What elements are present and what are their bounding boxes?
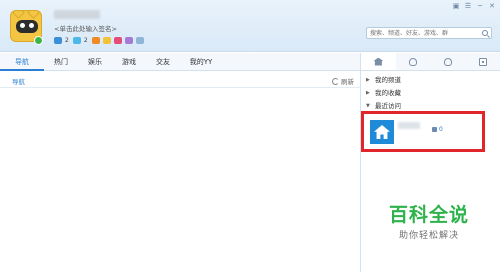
right-panel-tabs [361,53,500,71]
level-icon[interactable] [54,37,62,44]
tab-entertainment[interactable]: 娱乐 [78,53,112,71]
recent-channel-highlight: 0 [361,111,485,152]
diamond-number: 2 [83,37,88,44]
home-icon [373,57,384,66]
tree-item-label: 我的频道 [375,76,401,84]
channel-thumbnail[interactable] [370,120,394,144]
gem-icon[interactable] [124,37,133,44]
search-input[interactable] [367,28,477,38]
tab-games[interactable]: 游戏 [112,53,146,71]
panel-divider [360,53,361,272]
window-controls: ▣ ☰ ─ ✕ [452,2,496,10]
user-icon [409,57,418,66]
channel-name-blurred[interactable] [398,122,420,129]
tree-item-favorites[interactable]: ▶ 我的收藏 [366,87,496,100]
tab-social[interactable]: 交友 [146,53,180,71]
diamond-icon[interactable] [72,37,81,44]
skin-button[interactable]: ▣ [452,2,460,10]
apps-grid-icon [478,57,487,66]
eye-icon[interactable] [135,37,144,44]
chevron-right-icon: ▶ [366,77,370,83]
breadcrumb[interactable]: 导航 [12,76,25,86]
signature-text[interactable]: <单击此处输入签名> [54,23,117,33]
crown-icon[interactable] [102,37,111,44]
close-button[interactable]: ✕ [488,2,496,10]
refresh-icon [332,77,339,85]
tab-hot[interactable]: 热门 [44,53,78,71]
tab-my-yy[interactable]: 我的YY [180,53,222,71]
online-count: 0 [432,126,443,133]
online-status-icon[interactable] [34,36,43,45]
content-subbar: 导航 刷新 [0,72,360,88]
tree-item-label: 我的收藏 [375,89,401,97]
username-blurred [54,10,100,19]
tab-apps[interactable] [465,53,500,70]
refresh-button[interactable]: 刷新 [332,76,354,86]
tab-contacts[interactable] [396,53,431,70]
tree-item-my-channels[interactable]: ▶ 我的频道 [366,74,496,87]
user-count-icon [432,127,437,132]
online-count-value: 0 [439,126,443,133]
house-icon [374,125,390,139]
tab-groups[interactable] [431,53,466,70]
watermark-subtitle: 助你轻松解决 [398,231,459,241]
avatar-eye [29,23,34,28]
avatar-ear [27,11,40,19]
vip-icon[interactable] [91,37,100,44]
profile-header: <单击此处输入签名> 2 2 ▣ ☰ ─ ✕ [0,0,500,52]
search-icon[interactable] [482,30,488,36]
avatar-ear [12,11,25,19]
group-icon [443,57,452,66]
heart-icon[interactable] [113,37,122,44]
tab-home[interactable] [361,53,396,70]
menu-button[interactable]: ☰ [464,2,472,10]
search-box [366,27,492,39]
chevron-right-icon: ▶ [366,90,370,96]
channel-tree: ▶ 我的频道 ▶ 我的收藏 ▼ 最近访问 [366,74,496,113]
minimize-button[interactable]: ─ [476,2,484,10]
refresh-label: 刷新 [341,78,354,86]
level-number: 2 [65,37,69,44]
watermark-title: 百科全说 [388,204,469,226]
tab-nav[interactable]: 导航 [0,53,44,71]
watermark: 百科全说 助你轻松解决 [362,200,496,241]
badge-row: 2 2 [54,37,144,44]
avatar-eye [20,23,25,28]
main-tabs: 导航 热门 娱乐 游戏 交友 我的YY [0,53,360,71]
